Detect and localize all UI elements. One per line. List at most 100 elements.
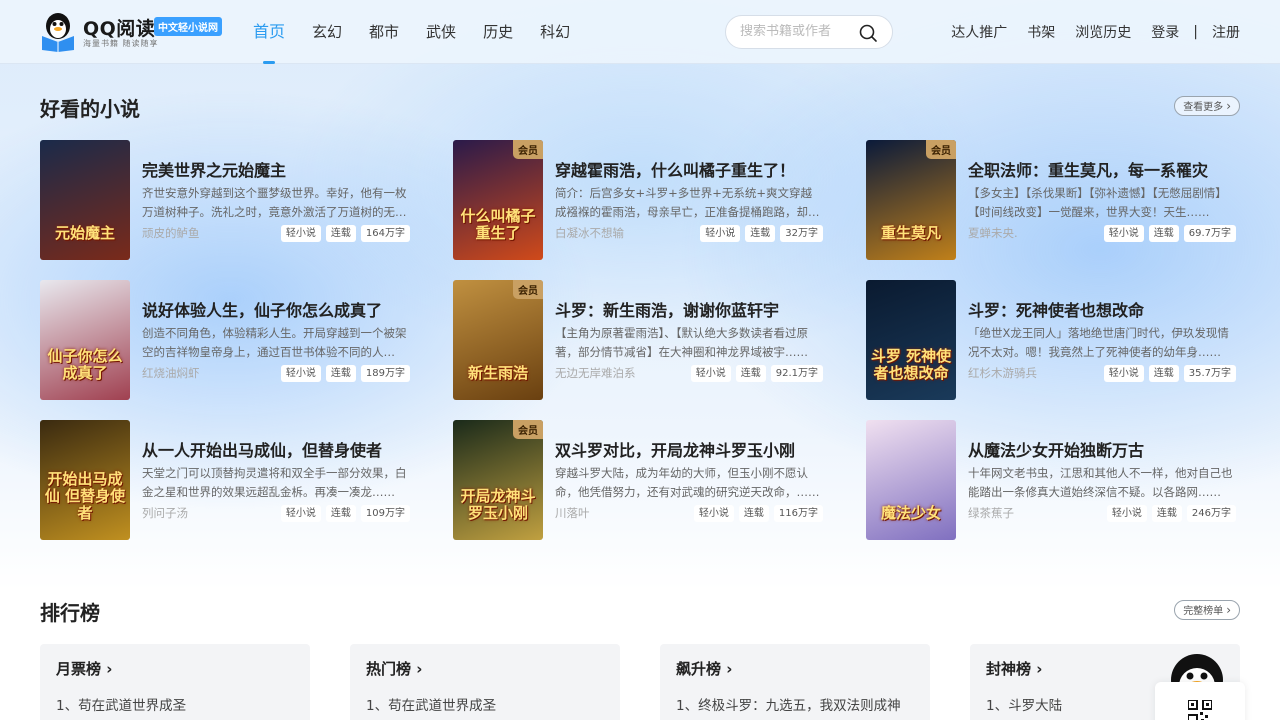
book-card[interactable]: 新生雨浩 会员 斗罗：新生雨浩，谢谢你蓝轩宇【主角为原著霍雨浩】、【默认绝大多数读者… (453, 280, 823, 400)
header: QQ阅读 中文轻小说网 海量书籍 随读随享 首页 玄幻 都市 武侠 历史 科幻 … (0, 0, 1280, 64)
rank-card-monthly[interactable]: 月票榜 1、苟在武道世界成圣 (40, 644, 310, 720)
book-card[interactable]: 重生莫凡 会员 全职法师：重生莫凡，每一系罹灾【多女主】【杀伐果断】【弥补遗憾】【无… (866, 140, 1236, 260)
book-card[interactable]: 元始魔主 完美世界之元始魔主齐世安意外穿越到这个噩梦级世界。幸好，他有一枚万道树种… (40, 140, 410, 260)
book-cover[interactable]: 新生雨浩 会员 (453, 280, 543, 400)
category-tag: 轻小说 (700, 225, 741, 242)
book-cover[interactable]: 仙子你怎么成真了 (40, 280, 130, 400)
cover-title-art: 魔法少女 (880, 504, 941, 522)
category-tag: 轻小说 (693, 505, 734, 522)
book-author[interactable]: 白凝冰不想输 (555, 225, 624, 241)
book-cover[interactable]: 什么叫橘子重生了 会员 (453, 140, 543, 260)
category-tag: 轻小说 (690, 365, 731, 382)
book-author[interactable]: 顽皮的鲈鱼 (142, 225, 200, 241)
book-card[interactable]: 开局龙神斗罗玉小刚 会员 双斗罗对比，开局龙神斗罗玉小刚 穿越斗罗大陆，成为年幼的大师… (453, 420, 823, 540)
nav-item-xuanhuan[interactable]: 玄幻 (312, 0, 342, 64)
book-tags: 轻小说 连载 35.7万字 (1099, 365, 1236, 382)
rank-card-title[interactable]: 飙升榜 (676, 658, 732, 679)
word-count-tag: 109万字 (360, 505, 410, 522)
book-author[interactable]: 红烧油焖虾 (142, 365, 200, 381)
rank-item[interactable]: 1、终极斗罗：九选五，我双法则成神 (676, 694, 901, 714)
nav-item-dushi[interactable]: 都市 (369, 0, 399, 64)
book-title[interactable]: 说好体验人生，仙子你怎么成真了 (142, 297, 412, 321)
book-title[interactable]: 斗罗：死神使者也想改命 (968, 297, 1238, 321)
book-title[interactable]: 完美世界之元始魔主 (142, 157, 412, 181)
view-more-button[interactable]: 查看更多 (1174, 96, 1240, 116)
book-author[interactable]: 红杉木游骑兵 (968, 365, 1037, 381)
book-title[interactable]: 从魔法少女开始独断万古 (968, 437, 1238, 461)
book-author[interactable]: 夏蝉未央. (968, 225, 1018, 241)
book-cover[interactable]: 元始魔主 (40, 140, 130, 260)
book-description: 【主角为原著霍雨浩】、【默认绝大多数读者看过原著，部分情节减省】在大神圈和神龙界… (555, 326, 808, 359)
promo-link[interactable]: 达人推广 (951, 22, 1007, 42)
book-description: 「绝世X龙王同人」落地绝世唐门时代，伊玖发现情况不太对。嗯！我竟然上了死神使者的… (968, 326, 1229, 359)
full-ranking-button[interactable]: 完整榜单 (1174, 600, 1240, 620)
book-tags: 轻小说 连载 189万字 (276, 365, 410, 382)
penguin-logo-icon (42, 13, 74, 52)
nav-item-lishi[interactable]: 历史 (483, 0, 513, 64)
book-description: 【多女主】【杀伐果断】【弥补遗憾】【无憋屈剧情】【时间线改变】一觉醒来，世界大变… (968, 186, 1227, 219)
book-cover[interactable]: 开始出马成仙 但替身使者 (40, 420, 130, 540)
book-card[interactable]: 什么叫橘子重生了 会员 穿越霍雨浩，什么叫橘子重生了！ 简介：后宫多女+斗罗+多世界+… (453, 140, 823, 260)
book-author[interactable]: 列问子汤 (142, 505, 188, 521)
category-tag: 轻小说 (280, 505, 321, 522)
book-cover[interactable]: 重生莫凡 会员 (866, 140, 956, 260)
book-description: 齐世安意外穿越到这个噩梦级世界。幸好，他有一枚万道树种子。洗礼之时，竟意外激活了… (142, 186, 407, 219)
book-tags: 轻小说 连载 32万字 (695, 225, 823, 242)
bookshelf-link[interactable]: 书架 (1027, 22, 1055, 42)
book-cover[interactable]: 开局龙神斗罗玉小刚 会员 (453, 420, 543, 540)
cover-title-art: 开始出马成仙 但替身使者 (44, 470, 126, 522)
status-tag: 连载 (325, 225, 356, 242)
vip-badge: 会员 (513, 140, 543, 159)
cover-title-art: 斗罗 死神使者也想改命 (870, 347, 952, 382)
book-title[interactable]: 从一人开始出马成仙，但替身使者 (142, 437, 412, 461)
login-link[interactable]: 登录 (1151, 22, 1179, 42)
book-title[interactable]: 全职法师：重生莫凡，每一系罹灾 (968, 157, 1238, 181)
nav-item-home[interactable]: 首页 (253, 0, 285, 64)
qr-code-icon (1188, 700, 1212, 720)
top-links: 达人推广 书架 浏览历史 登录 | 注册 (931, 0, 1240, 64)
rank-card-title[interactable]: 封神榜 (986, 658, 1042, 679)
book-author[interactable]: 无边无岸难泊系 (555, 365, 636, 381)
logo-badge: 中文轻小说网 (154, 17, 222, 36)
word-count-tag: 35.7万字 (1183, 365, 1236, 382)
book-title[interactable]: 斗罗：新生雨浩，谢谢你蓝轩宇 (555, 297, 825, 321)
category-tag: 轻小说 (280, 225, 321, 242)
book-card[interactable]: 开始出马成仙 但替身使者 从一人开始出马成仙，但替身使者天堂之门可以顶替拘灵遣将和… (40, 420, 410, 540)
site-logo[interactable]: QQ阅读 中文轻小说网 海量书籍 随读随享 (40, 12, 230, 52)
book-card[interactable]: 斗罗 死神使者也想改命 斗罗：死神使者也想改命「绝世X龙王同人」落地绝世唐门时代，… (866, 280, 1236, 400)
book-author[interactable]: 绿茶蕉子 (968, 505, 1014, 521)
search-icon[interactable] (858, 23, 878, 43)
register-link[interactable]: 注册 (1212, 22, 1240, 42)
book-card[interactable]: 魔法少女 从魔法少女开始独断万古 十年网文老书虫，江思和其他人不一样，他对自己也能踏… (866, 420, 1236, 540)
book-title[interactable]: 双斗罗对比，开局龙神斗罗玉小刚 (555, 437, 825, 461)
nav-item-kehuan[interactable]: 科幻 (540, 0, 570, 64)
nav-item-wuxia[interactable]: 武侠 (426, 0, 456, 64)
history-link[interactable]: 浏览历史 (1075, 22, 1131, 42)
book-tags: 轻小说 连载 109万字 (276, 505, 410, 522)
book-cover[interactable]: 魔法少女 (866, 420, 956, 540)
book-description: 天堂之门可以顶替拘灵遣将和双全手一部分效果，白金之星和世界的效果远超乱金柝。再凑… (142, 466, 407, 499)
book-title[interactable]: 穿越霍雨浩，什么叫橘子重生了！ (555, 157, 825, 181)
rank-item[interactable]: 1、斗罗大陆 (986, 694, 1062, 714)
book-author[interactable]: 川落叶 (555, 505, 590, 521)
section-title-good-novels: 好看的小说 (40, 97, 140, 121)
word-count-tag: 92.1万字 (770, 365, 823, 382)
book-card[interactable]: 仙子你怎么成真了 说好体验人生，仙子你怎么成真了 创造不同角色，体验精彩人生。开局穿… (40, 280, 410, 400)
status-tag: 连载 (325, 505, 356, 522)
rank-card-title[interactable]: 热门榜 (366, 658, 422, 679)
book-cover[interactable]: 斗罗 死神使者也想改命 (866, 280, 956, 400)
category-tag: 轻小说 (1103, 225, 1144, 242)
rank-card-rising[interactable]: 飙升榜 1、终极斗罗：九选五，我双法则成神 (660, 644, 930, 720)
cover-title-art: 重生莫凡 (880, 224, 941, 242)
status-tag: 连载 (1148, 225, 1179, 242)
vip-badge: 会员 (513, 420, 543, 439)
search-input[interactable] (740, 24, 855, 39)
section-title-rankings: 排行榜 (40, 601, 100, 625)
rank-card-title[interactable]: 月票榜 (56, 658, 112, 679)
category-tag: 轻小说 (1103, 365, 1144, 382)
qr-code-panel[interactable] (1155, 682, 1245, 720)
rank-card-hot[interactable]: 热门榜 1、苟在武道世界成圣 (350, 644, 620, 720)
rank-item[interactable]: 1、苟在武道世界成圣 (366, 694, 496, 714)
main-nav: 首页 玄幻 都市 武侠 历史 科幻 (253, 0, 597, 64)
rank-item[interactable]: 1、苟在武道世界成圣 (56, 694, 186, 714)
